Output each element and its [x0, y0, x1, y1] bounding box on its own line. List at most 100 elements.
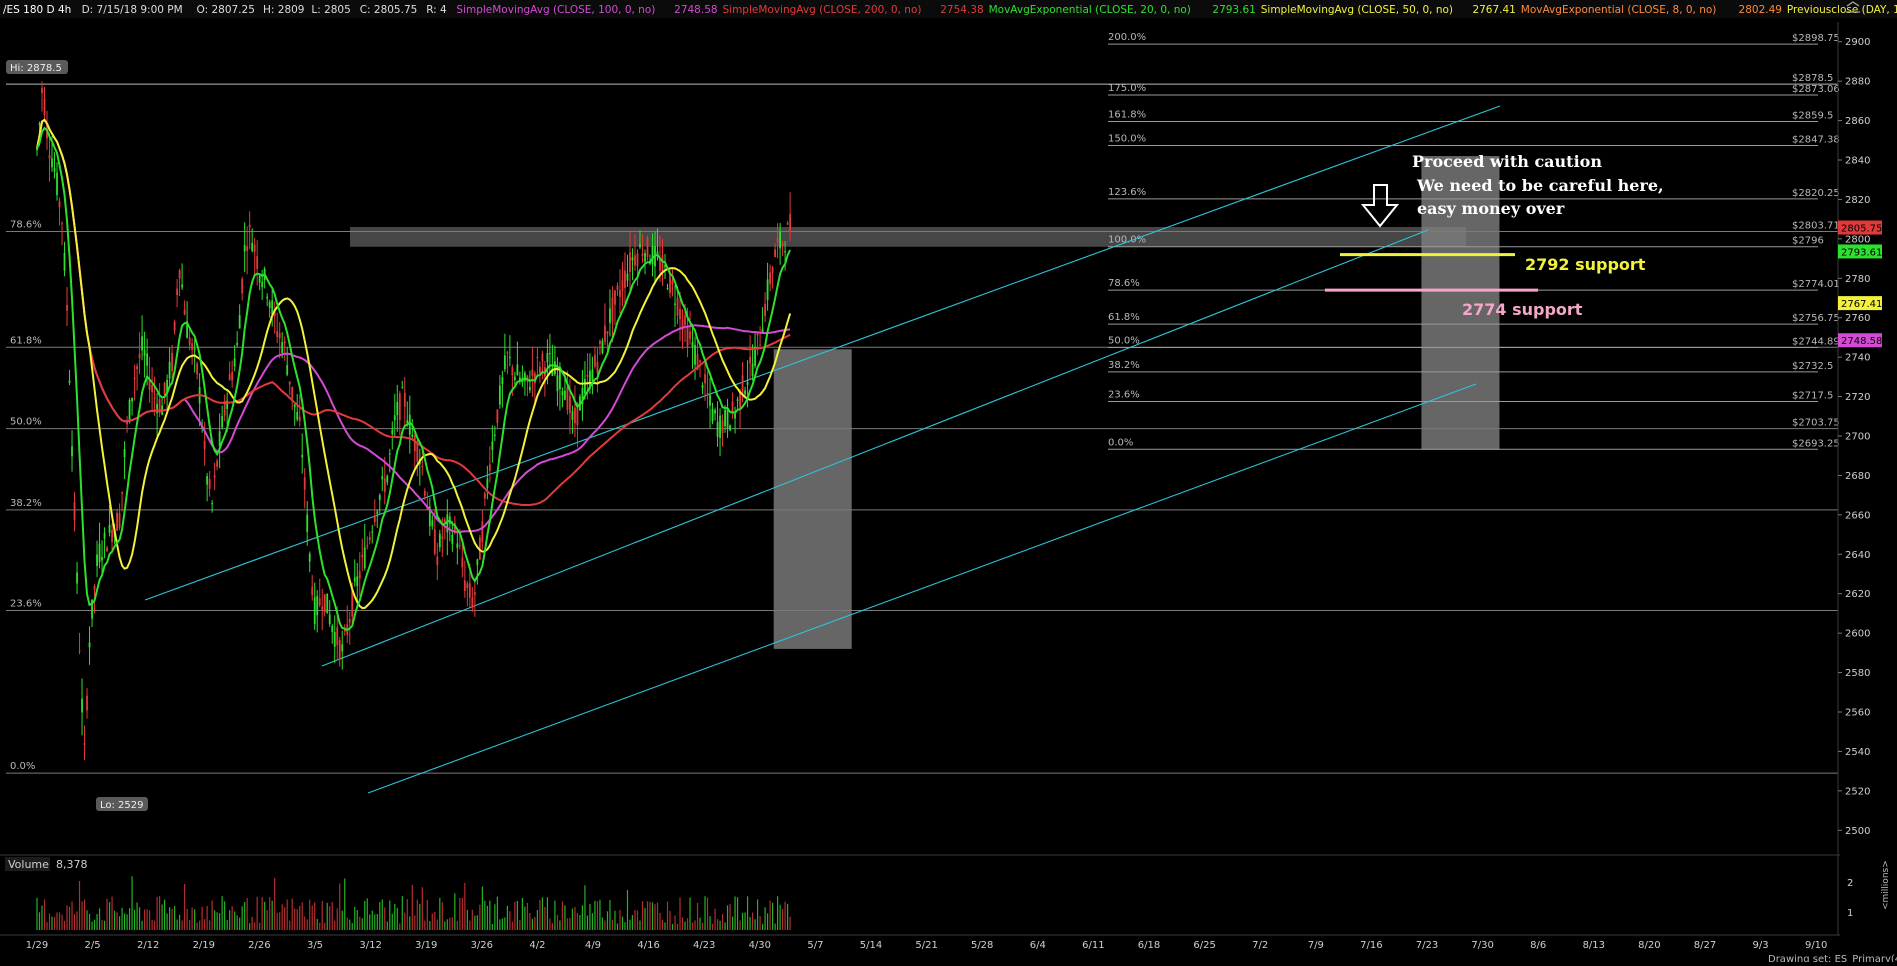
footer-drawing-set: Drawing set: ES_Primary(4)	[1768, 954, 1897, 962]
date-tick-label: 2/26	[248, 940, 270, 951]
date-tick-label: 9/10	[1805, 940, 1827, 951]
candle-body	[674, 303, 676, 305]
candle-body	[103, 532, 106, 539]
date-tick-label: 5/14	[860, 940, 882, 951]
candle-body	[468, 583, 471, 598]
candle-body	[323, 594, 326, 613]
lo-label: Lo: 2529	[100, 800, 144, 811]
candle-body	[128, 399, 131, 423]
candle-body	[286, 364, 289, 375]
candle-body	[278, 332, 281, 339]
candle-body	[764, 303, 766, 316]
candle-body	[539, 366, 541, 374]
candle-body	[298, 416, 301, 422]
date-tick-label: 5/21	[915, 940, 937, 951]
candle-body	[443, 519, 446, 523]
candle-body	[491, 441, 494, 450]
chart-canvas[interactable]: /ES 180 D 4h D: 7/15/18 9:00 PM O: 2807.25…	[0, 0, 1897, 965]
candle-body	[288, 381, 291, 385]
candle-body	[686, 326, 689, 348]
date-tick-label: 6/18	[1138, 940, 1160, 951]
candle-body	[381, 476, 384, 480]
candle-body	[48, 155, 51, 159]
price-tick-label: 2760	[1845, 313, 1870, 324]
trading-chart[interactable]: /ES 180 D 4h D: 7/15/18 9:00 PM O: 2807.25…	[0, 0, 1897, 965]
header-study-value: 2802.49	[1739, 4, 1782, 16]
lo-marker: Lo: 2529	[96, 797, 148, 811]
candle-body	[781, 243, 784, 246]
header-range: R: 4	[426, 4, 447, 16]
candle-body	[531, 369, 534, 377]
candle-body	[283, 341, 286, 344]
candle-body	[268, 302, 271, 309]
candle-body	[328, 614, 331, 624]
volume-tick-label: 1	[1847, 908, 1853, 919]
candle-body	[721, 420, 724, 434]
candle-body	[506, 352, 509, 354]
caution-note-line-1: Proceed with caution	[1412, 152, 1602, 171]
candle-body	[701, 385, 704, 389]
candle-body	[76, 572, 78, 584]
header-study-label: SimpleMovingAvg (CLOSE, 200, 0, no)	[723, 4, 922, 16]
candle-body	[336, 627, 339, 646]
highlight-zone-may	[773, 349, 852, 649]
candle-body	[646, 237, 649, 257]
price-tick-label: 2780	[1845, 274, 1870, 285]
fib-level-left: 61.8%	[10, 335, 42, 346]
date-tick-label: 8/27	[1694, 940, 1716, 951]
candle-body	[483, 493, 486, 499]
candle-body	[111, 529, 113, 543]
fib-price-label: $2693.25	[1792, 438, 1840, 449]
header-study-label: MovAvgExponential (CLOSE, 20, 0, no)	[989, 4, 1191, 16]
fib-level-left: 23.6%	[10, 599, 42, 610]
candle-body	[58, 201, 61, 208]
candle-body	[596, 362, 599, 374]
candle-body	[98, 543, 101, 563]
candle-body	[173, 321, 176, 331]
candle-body	[401, 387, 404, 389]
candle-body	[196, 363, 199, 375]
candle-body	[51, 158, 53, 168]
candle-body	[388, 453, 391, 455]
date-tick-label: 7/30	[1471, 940, 1493, 951]
candle-body	[639, 244, 641, 248]
header-study-value: 2793.61	[1212, 4, 1255, 16]
candle-body	[211, 503, 214, 505]
candle-body	[706, 393, 709, 396]
candle-body	[108, 524, 111, 534]
date-tick-label: 8/6	[1530, 940, 1546, 951]
date-tick-label: 5/7	[807, 940, 823, 951]
candle-body	[93, 586, 96, 591]
fib-level-right: 0.0%	[1108, 437, 1133, 448]
candle-body	[301, 454, 304, 458]
header-study-value: 2748.58	[674, 4, 717, 16]
candle-body	[356, 576, 359, 587]
price-tick-label: 2620	[1845, 589, 1870, 600]
candle-body	[604, 325, 606, 342]
price-tag-label: 2793.61	[1841, 247, 1882, 258]
candle-body	[536, 356, 539, 359]
header-study-label: SimpleMovingAvg (CLOSE, 100, 0, no)	[456, 4, 655, 16]
caution-note-line-2: We need to be careful here,	[1416, 176, 1664, 195]
fib-level-right: 23.6%	[1108, 390, 1140, 401]
candle-body	[86, 695, 88, 711]
candle-body	[661, 255, 664, 273]
fib-level-left: 38.2%	[10, 498, 42, 509]
fib-level-right: 161.8%	[1108, 110, 1146, 121]
date-tick-label: 2/19	[193, 940, 215, 951]
candle-body	[361, 554, 364, 558]
candle-body	[276, 331, 279, 338]
fib-level-left: 0.0%	[10, 761, 35, 772]
candle-body	[246, 246, 249, 251]
candle-body	[421, 466, 424, 468]
date-tick-label: 7/23	[1416, 940, 1438, 951]
candle-body	[508, 356, 511, 358]
fib-price-label: $2847.38	[1792, 134, 1840, 145]
candle-body	[313, 597, 316, 625]
candle-body	[776, 238, 779, 243]
support-2792-label: 2792 support	[1525, 255, 1646, 274]
candle-body	[629, 252, 631, 273]
candle-body	[501, 377, 504, 385]
price-tick-label: 2560	[1845, 708, 1870, 719]
candle-body	[554, 361, 556, 375]
